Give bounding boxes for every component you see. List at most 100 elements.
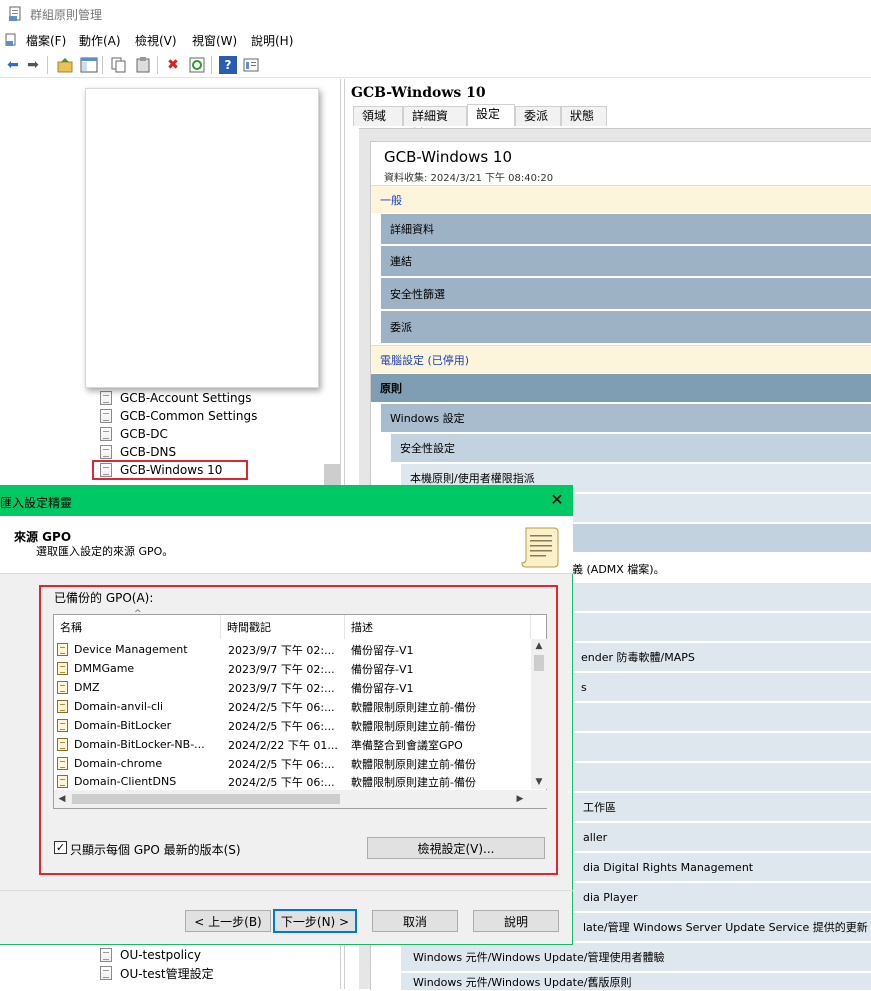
- gpo-backup-icon: [57, 700, 68, 713]
- tab-details[interactable]: 詳細資料: [403, 106, 467, 141]
- gpo-backup-icon: [57, 757, 68, 770]
- gpo-icon: [100, 445, 112, 459]
- properties-icon[interactable]: [242, 56, 260, 74]
- forward-arrow-icon[interactable]: ➡: [24, 56, 42, 74]
- gpo-icon: [100, 409, 112, 423]
- section-links[interactable]: 連結: [381, 246, 871, 277]
- section-details[interactable]: 詳細資料: [381, 214, 871, 245]
- close-icon[interactable]: ✕: [548, 491, 566, 509]
- section-security-filter[interactable]: 安全性篩選: [381, 278, 871, 310]
- section-policies[interactable]: 原則: [371, 374, 871, 403]
- sort-arrow-icon: ^: [134, 609, 142, 619]
- gpo-icon: [100, 391, 112, 405]
- gpo-backup-icon: [57, 662, 68, 675]
- import-settings-wizard: 匯入設定精靈 ✕ 來源 GPO 選取匯入設定的來源 GPO。 已備份的 GPO(…: [0, 485, 573, 945]
- list-item[interactable]: DMZ 2023/9/7 下午 02:... 備份留存-V1: [57, 678, 527, 697]
- backup-list-label: 已備份的 GPO(A):: [54, 591, 154, 605]
- menu-file[interactable]: 檔案(F): [26, 32, 66, 49]
- column-timestamp[interactable]: 時間戳記: [221, 615, 345, 639]
- section-delegation[interactable]: 委派: [381, 311, 871, 344]
- view-settings-button[interactable]: 檢視設定(V)...: [367, 837, 545, 859]
- checkbox-label: 只顯示每個 GPO 最新的版本(S): [70, 843, 241, 857]
- section-security-settings[interactable]: 安全性設定: [391, 434, 871, 463]
- back-button[interactable]: < 上一步(B): [185, 910, 271, 932]
- list-item[interactable]: Domain-BitLocker-NB-... 2024/2/22 下午 01..…: [57, 735, 527, 754]
- menu-bar: 檔案(F) 動作(A) 檢視(V) 視窗(W) 說明(H): [0, 28, 871, 52]
- gpmc-app-icon: [9, 6, 21, 21]
- gpo-icon: [100, 966, 112, 980]
- paste-icon[interactable]: [134, 56, 152, 74]
- header-subtitle: 選取匯入設定的來源 GPO。: [36, 545, 174, 558]
- scrollbar-thumb[interactable]: [534, 655, 544, 671]
- menu-view[interactable]: 檢視(V): [135, 32, 177, 49]
- tree-item[interactable]: GCB-Account Settings: [100, 389, 251, 407]
- backup-gpo-list[interactable]: 名稱 ^ 時間戳記 描述 Device Management 2023/9/7 下午…: [53, 609, 547, 809]
- menu-action[interactable]: 動作(A): [79, 32, 121, 49]
- toolbar: ⬅ ➡ ✖ ?: [0, 52, 871, 78]
- console-icon: [5, 33, 16, 46]
- scroll-left-icon[interactable]: ◀: [54, 790, 70, 808]
- vertical-scrollbar[interactable]: ▲ ▼: [531, 639, 547, 789]
- next-button[interactable]: 下一步(N) >: [273, 909, 357, 933]
- dialog-titlebar: 匯入設定精靈 ✕: [0, 486, 573, 516]
- gpo-backup-icon: [57, 738, 68, 751]
- dialog-header: 來源 GPO 選取匯入設定的來源 GPO。: [0, 516, 573, 574]
- tree-item[interactable]: GCB-DC: [100, 425, 168, 443]
- list-item[interactable]: Domain-BitLocker 2024/2/5 下午 06:... 軟體限制原則…: [57, 716, 527, 735]
- gpo-backup-icon: [57, 643, 68, 656]
- gpo-backup-icon: [57, 775, 68, 788]
- report-row: Windows 元件/Windows Update/管理使用者體驗: [401, 943, 871, 972]
- divider: [0, 890, 573, 891]
- tree-item[interactable]: GCB-Common Settings: [100, 407, 257, 425]
- tab-settings[interactable]: 設定: [467, 104, 515, 126]
- gpo-backup-icon: [57, 681, 68, 694]
- scrollbar-thumb[interactable]: [72, 794, 340, 804]
- list-item[interactable]: Domain-anvil-cli 2024/2/5 下午 06:... 軟體限制原則…: [57, 697, 527, 716]
- section-windows-settings[interactable]: Windows 設定: [381, 404, 871, 433]
- section-computer-config[interactable]: 電腦設定 (已停用): [371, 345, 871, 374]
- tree-scrollbar-thumb[interactable]: [324, 464, 340, 486]
- pane-title: GCB-Windows 10: [351, 85, 486, 101]
- back-arrow-icon[interactable]: ⬅: [4, 56, 22, 74]
- refresh-icon[interactable]: [188, 56, 206, 74]
- scroll-down-icon[interactable]: ▼: [531, 775, 547, 789]
- gpo-backup-icon: [57, 719, 68, 732]
- horizontal-scrollbar[interactable]: ◀ ▶: [54, 790, 547, 808]
- dialog-title: 匯入設定精靈: [0, 496, 73, 510]
- scroll-up-icon[interactable]: ▲: [531, 639, 547, 653]
- tree-item[interactable]: OU-test管理設定: [100, 964, 214, 982]
- report-timestamp: 資料收集: 2024/3/21 下午 08:40:20: [384, 173, 554, 184]
- copy-icon[interactable]: [110, 56, 128, 74]
- gpo-icon: [100, 427, 112, 441]
- section-general[interactable]: 一般: [371, 185, 871, 214]
- blank-popup: [85, 88, 319, 388]
- report-title: GCB-Windows 10: [384, 148, 513, 166]
- tab-status[interactable]: 狀態: [561, 106, 607, 126]
- show-hide-tree-icon[interactable]: [80, 56, 98, 74]
- tree-item[interactable]: GCB-DNS: [100, 443, 176, 461]
- highlight-box: [92, 460, 248, 480]
- help-icon[interactable]: ?: [219, 56, 237, 74]
- menu-help[interactable]: 說明(H): [251, 32, 293, 49]
- latest-version-checkbox[interactable]: ✓: [54, 841, 67, 854]
- report-row: Windows 元件/Windows Update/舊版原則: [401, 973, 871, 991]
- window-titlebar: 群組原則管理: [0, 0, 871, 28]
- list-item[interactable]: Domain-ClientDNS 2024/2/5 下午 06:... 軟體限制原則…: [57, 773, 527, 790]
- tab-scope[interactable]: 領域: [353, 106, 403, 126]
- scroll-right-icon[interactable]: ▶: [512, 790, 528, 808]
- up-folder-icon[interactable]: [56, 56, 74, 74]
- list-item[interactable]: Device Management 2023/9/7 下午 02:... 備份留存-…: [57, 640, 527, 659]
- gpo-icon: [100, 948, 112, 962]
- scroll-icon: [521, 527, 559, 568]
- column-description[interactable]: 描述: [345, 615, 531, 639]
- list-item[interactable]: Domain-chrome 2024/2/5 下午 06:... 軟體限制原則建立前…: [57, 754, 527, 773]
- cancel-button[interactable]: 取消: [372, 910, 458, 932]
- tab-delegation[interactable]: 委派: [515, 106, 561, 126]
- help-button[interactable]: 說明: [473, 910, 559, 932]
- menu-window[interactable]: 視窗(W): [192, 32, 237, 49]
- column-name[interactable]: 名稱 ^: [54, 609, 221, 639]
- tree-item[interactable]: OU-testpolicy: [100, 946, 201, 964]
- delete-icon[interactable]: ✖: [164, 56, 182, 74]
- window-title: 群組原則管理: [30, 8, 103, 22]
- list-item[interactable]: DMMGame 2023/9/7 下午 02:... 備份留存-V1: [57, 659, 527, 678]
